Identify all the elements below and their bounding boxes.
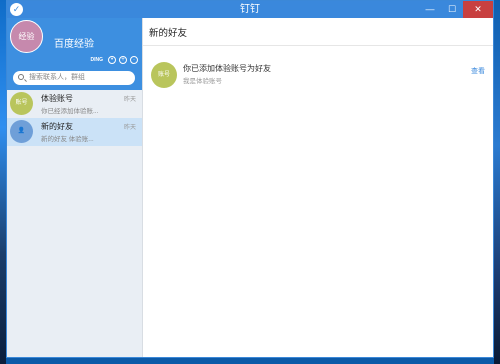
conversation-time: 昨天 <box>123 125 136 131</box>
main-header: 新的好友 <box>143 18 493 46</box>
search-input[interactable]: 搜索联系人，群组 <box>13 71 135 85</box>
sidebar: 经验 百度经验 DING • + · 搜索联系人，群组 账号 体验账号 你已经添… <box>7 18 143 357</box>
desktop-background-right <box>494 0 500 364</box>
conversation-name: 体验账号 <box>41 94 73 103</box>
friend-request-row[interactable]: 账号 你已添加体验账号为好友 我是体验账号 查看 <box>143 58 493 98</box>
conversation-time: 昨天 <box>123 97 136 103</box>
conversation-name: 新的好友 <box>41 122 73 131</box>
user-name: 百度经验 <box>54 39 94 50</box>
conversation-list: 账号 体验账号 你已经添加体验账... 昨天 👤 新的好友 新的好友 体验账..… <box>7 90 142 146</box>
page-title: 新的好友 <box>149 28 188 39</box>
friend-message: 你已添加体验账号为好友 <box>183 64 271 73</box>
conversation-avatar: 账号 <box>10 92 33 115</box>
view-button[interactable]: 查看 <box>471 66 485 76</box>
user-avatar[interactable]: 经验 <box>10 20 43 53</box>
minimize-button[interactable]: — <box>419 1 441 18</box>
friend-subtitle: 我是体验账号 <box>183 78 222 85</box>
maximize-button[interactable]: ☐ <box>441 1 463 18</box>
ding-button[interactable]: DING <box>91 57 104 63</box>
conversation-item[interactable]: 账号 体验账号 你已经添加体验账... 昨天 <box>7 90 142 118</box>
app-window: ✓ 钉钉 — ☐ ✕ 经验 百度经验 DING • + · 搜索联系人，群组 账… <box>6 0 494 358</box>
person-icon[interactable]: • <box>108 56 116 64</box>
search-icon <box>18 74 24 80</box>
profile-actions: DING • + · <box>91 56 138 64</box>
main-panel: 新的好友 账号 你已添加体验账号为好友 我是体验账号 查看 <box>143 18 493 357</box>
close-button[interactable]: ✕ <box>463 1 493 18</box>
person-icon: 👤 <box>10 120 33 143</box>
search-placeholder: 搜索联系人，群组 <box>29 74 85 81</box>
title-bar[interactable]: ✓ 钉钉 — ☐ ✕ <box>7 1 493 18</box>
profile-header: 经验 百度经验 DING • + · <box>7 18 142 68</box>
conversation-item-selected[interactable]: 👤 新的好友 新的好友 体验账... 昨天 <box>7 118 142 146</box>
plus-icon[interactable]: + <box>119 56 127 64</box>
search-bar: 搜索联系人，群组 <box>7 68 142 90</box>
conversation-preview: 你已经添加体验账... <box>41 108 99 115</box>
window-controls: — ☐ ✕ <box>419 1 493 18</box>
friend-avatar: 账号 <box>151 62 177 88</box>
conversation-preview: 新的好友 体验账... <box>41 136 94 143</box>
settings-icon[interactable]: · <box>130 56 138 64</box>
